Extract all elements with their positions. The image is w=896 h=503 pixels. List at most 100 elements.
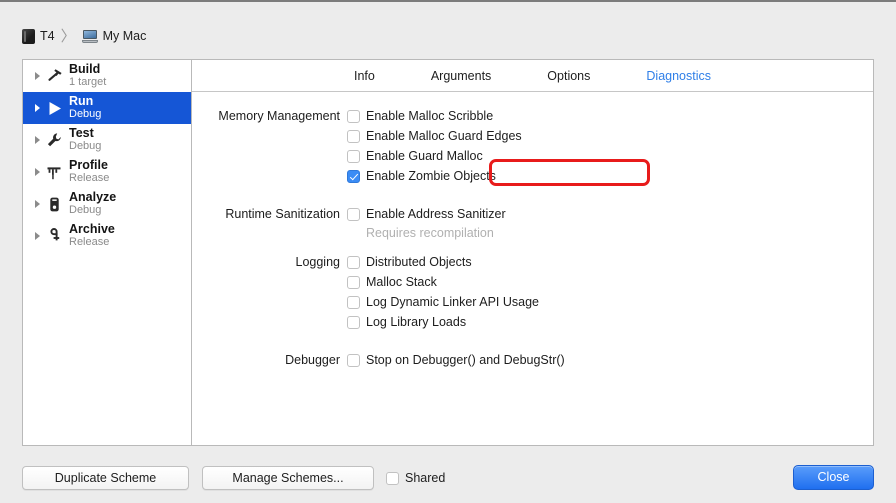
mac-laptop-icon: [81, 29, 98, 43]
checkbox-label: Log Dynamic Linker API Usage: [366, 295, 540, 309]
checkbox-box[interactable]: [347, 109, 360, 123]
breadcrumb-scheme-name[interactable]: T4: [40, 29, 55, 43]
scheme-content: Info Arguments Options Diagnostics Memor…: [192, 60, 873, 445]
archive-icon: [43, 225, 65, 247]
section-label-logging: Logging: [295, 255, 341, 269]
tab-info[interactable]: Info: [350, 67, 379, 85]
sidebar-item-test[interactable]: Test Debug: [23, 124, 191, 156]
sidebar-item-title: Build: [69, 62, 101, 77]
scheme-editor-window: T4 〉 My Mac Build 1 target Run Debug Tes…: [0, 0, 896, 503]
sidebar-item-title: Analyze: [69, 190, 117, 205]
sidebar-item-title: Test: [69, 126, 94, 141]
checkbox-label: Enable Malloc Guard Edges: [366, 129, 522, 143]
scheme-action-list: Build 1 target Run Debug Test Debug Prof…: [23, 60, 192, 445]
checkbox-box[interactable]: [347, 353, 360, 367]
checkbox-enable-malloc-guard-edges[interactable]: Enable Malloc Guard Edges: [347, 126, 522, 146]
checkbox-log-library-loads[interactable]: Log Library Loads: [347, 312, 466, 332]
checkbox-enable-zombie-objects[interactable]: Enable Zombie Objects: [347, 166, 496, 186]
checkbox-box[interactable]: [347, 295, 360, 309]
checkbox-label: Enable Zombie Objects: [366, 169, 496, 183]
disclosure-triangle-icon[interactable]: [31, 232, 43, 240]
gauge-icon: [43, 161, 65, 183]
diagnostics-form: Memory Management Enable Malloc Scribble…: [192, 92, 873, 370]
checkbox-box[interactable]: [347, 149, 360, 163]
form-row-debugger: Debugger Stop on Debugger() and DebugStr…: [192, 350, 873, 370]
sidebar-item-title: Profile: [69, 158, 108, 173]
section-label-memory-management: Memory Management: [218, 109, 340, 123]
checkbox-label: Shared: [405, 471, 446, 485]
breadcrumb-destination[interactable]: My Mac: [103, 29, 147, 43]
sidebar-item-text: Test Debug: [69, 127, 101, 152]
sidebar-item-subtitle: Debug: [69, 139, 102, 152]
checkbox-stop-on-debugger[interactable]: Stop on Debugger() and DebugStr(): [347, 350, 565, 370]
sidebar-item-profile[interactable]: Profile Release: [23, 156, 191, 188]
sidebar-item-subtitle: Debug: [69, 107, 102, 120]
app-icon: [22, 28, 35, 44]
form-row-dynamic-linker-api: Log Dynamic Linker API Usage: [192, 292, 873, 312]
checkbox-enable-malloc-scribble[interactable]: Enable Malloc Scribble: [347, 106, 493, 126]
sidebar-item-build[interactable]: Build 1 target: [23, 60, 191, 92]
sidebar-item-subtitle: Release: [69, 235, 110, 248]
form-row-logging: Logging Distributed Objects: [192, 252, 873, 272]
checkbox-box[interactable]: [347, 275, 360, 289]
breadcrumb: T4 〉 My Mac: [22, 26, 146, 46]
microscope-icon: [43, 193, 65, 215]
checkbox-distributed-objects[interactable]: Distributed Objects: [347, 252, 472, 272]
sidebar-item-text: Profile Release: [69, 159, 109, 184]
sidebar-item-subtitle: 1 target: [69, 75, 107, 88]
checkbox-label: Enable Address Sanitizer: [366, 207, 506, 221]
form-row-library-loads: Log Library Loads: [192, 312, 873, 332]
tab-bar: Info Arguments Options Diagnostics: [192, 60, 873, 92]
disclosure-triangle-icon[interactable]: [31, 200, 43, 208]
hammer-icon: [43, 65, 65, 87]
sidebar-item-subtitle: Debug: [69, 203, 102, 216]
checkbox-box[interactable]: [347, 255, 360, 269]
sidebar-item-text: Build 1 target: [69, 63, 106, 88]
disclosure-triangle-icon[interactable]: [31, 104, 43, 112]
form-row-malloc-stack: Malloc Stack: [192, 272, 873, 292]
form-row-malloc-guard-edges: Enable Malloc Guard Edges: [192, 126, 873, 146]
runtime-sanitization-group: Enable Address Sanitizer Requires recomp…: [347, 204, 506, 243]
tab-arguments[interactable]: Arguments: [427, 67, 495, 85]
checkbox-box[interactable]: [347, 129, 360, 143]
form-row-zombie-objects: Enable Zombie Objects: [192, 166, 873, 186]
sidebar-item-text: Run Debug: [69, 95, 101, 120]
checkbox-label: Log Library Loads: [366, 315, 467, 329]
form-row-guard-malloc: Enable Guard Malloc: [192, 146, 873, 166]
checkbox-malloc-stack[interactable]: Malloc Stack: [347, 272, 437, 292]
checkbox-enable-address-sanitizer[interactable]: Enable Address Sanitizer: [347, 204, 506, 224]
sidebar-item-archive[interactable]: Archive Release: [23, 220, 191, 252]
checkbox-box[interactable]: [347, 207, 360, 221]
sidebar-item-title: Archive: [69, 222, 115, 237]
duplicate-scheme-button[interactable]: Duplicate Scheme: [22, 466, 189, 490]
checkbox-label: Distributed Objects: [366, 255, 472, 269]
checkbox-log-dynamic-linker-api-usage[interactable]: Log Dynamic Linker API Usage: [347, 292, 539, 312]
shared-checkbox[interactable]: Shared: [386, 466, 445, 490]
sidebar-item-title: Run: [69, 94, 94, 109]
disclosure-triangle-icon[interactable]: [31, 168, 43, 176]
disclosure-triangle-icon[interactable]: [31, 72, 43, 80]
sidebar-item-subtitle: Release: [69, 171, 110, 184]
tab-diagnostics[interactable]: Diagnostics: [642, 67, 715, 85]
close-button[interactable]: Close: [793, 465, 874, 490]
form-row-memory-management: Memory Management Enable Malloc Scribble: [192, 106, 873, 126]
checkbox-label: Stop on Debugger() and DebugStr(): [366, 353, 565, 367]
section-label-debugger: Debugger: [285, 353, 340, 367]
hint-requires-recompilation: Requires recompilation: [366, 226, 494, 240]
wrench-icon: [43, 129, 65, 151]
scheme-panel: Build 1 target Run Debug Test Debug Prof…: [22, 59, 874, 446]
tab-options[interactable]: Options: [543, 67, 594, 85]
checkbox-label: Malloc Stack: [366, 275, 437, 289]
checkbox-box[interactable]: [347, 315, 360, 329]
checkbox-enable-guard-malloc[interactable]: Enable Guard Malloc: [347, 146, 483, 166]
checkbox-box[interactable]: [386, 471, 399, 485]
sidebar-item-analyze[interactable]: Analyze Debug: [23, 188, 191, 220]
form-row-runtime-sanitization: Runtime Sanitization Enable Address Sani…: [192, 204, 873, 243]
checkbox-box[interactable]: [347, 169, 360, 183]
manage-schemes-button[interactable]: Manage Schemes...: [202, 466, 374, 490]
disclosure-triangle-icon[interactable]: [31, 136, 43, 144]
sidebar-item-text: Analyze Debug: [69, 191, 116, 216]
sidebar-item-run[interactable]: Run Debug: [23, 92, 191, 124]
sidebar-item-text: Archive Release: [69, 223, 115, 248]
section-label-runtime-sanitization: Runtime Sanitization: [225, 207, 340, 221]
